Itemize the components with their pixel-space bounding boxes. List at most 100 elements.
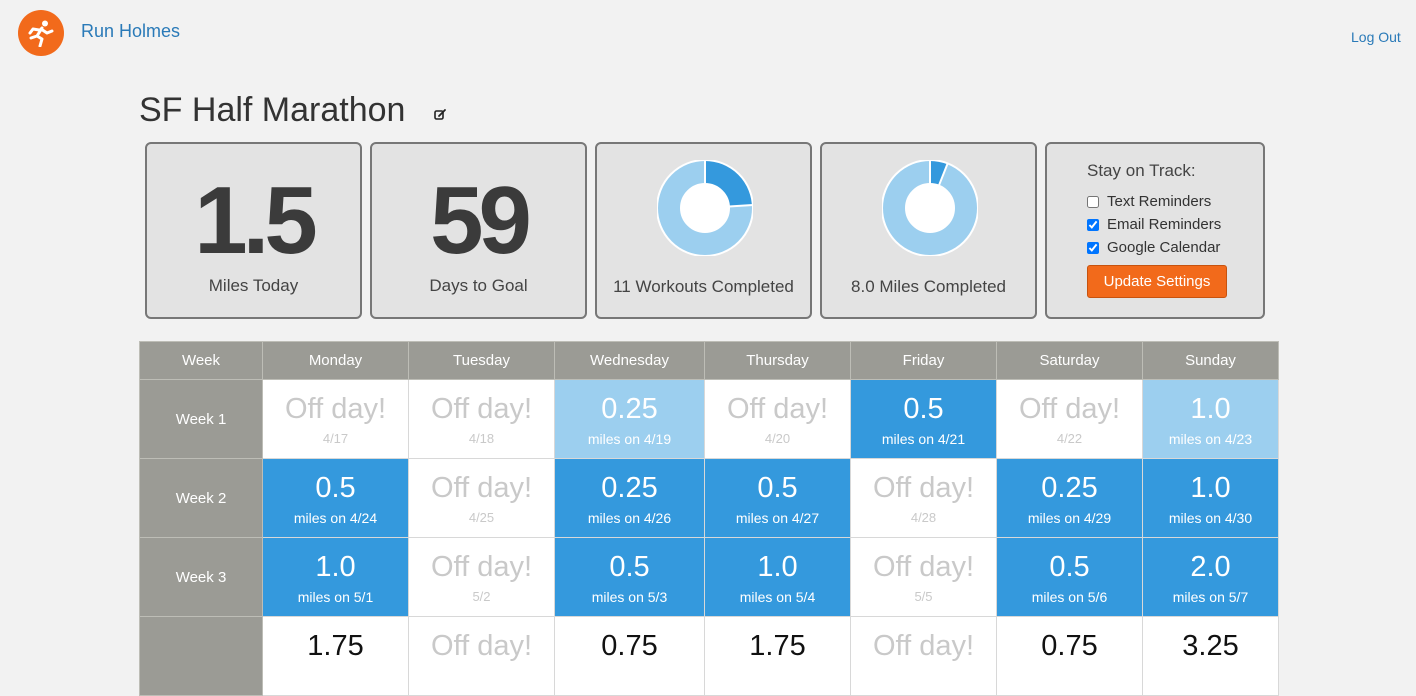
day-date: 4/17: [322, 431, 349, 446]
column-header-monday: Monday: [262, 341, 409, 380]
table-row: Week 2 0.5 miles on 4/24 Off day! 4/25 0.25 mi…: [139, 458, 1279, 538]
workouts-completed-label: 11 Workouts Completed: [613, 277, 794, 296]
day-cell[interactable]: Off day! 4/28: [850, 458, 997, 538]
day-workout: 1.0: [757, 551, 798, 583]
week-label: [139, 616, 263, 696]
day-workout: 0.5: [1049, 551, 1090, 583]
miles-completed-slice: [929, 160, 948, 186]
day-cell[interactable]: 2.0 miles on 5/7: [1142, 537, 1279, 617]
day-date: miles on 5/7: [1172, 589, 1249, 605]
table-row: Week 1 Off day! 4/17 Off day! 4/18 0.25 miles …: [139, 379, 1279, 459]
email-reminders-checkbox[interactable]: [1087, 218, 1099, 231]
day-workout: 0.75: [601, 630, 658, 662]
day-workout: Off day!: [872, 551, 975, 583]
day-cell[interactable]: Off day! 5/5: [850, 537, 997, 617]
workouts-donut-chart: [657, 160, 753, 256]
day-cell[interactable]: 1.75: [704, 616, 851, 696]
day-cell[interactable]: Off day! 4/17: [262, 379, 409, 459]
day-cell[interactable]: Off day! 5/2: [408, 537, 555, 617]
day-cell[interactable]: 1.0 miles on 5/1: [262, 537, 409, 617]
column-header-saturday: Saturday: [996, 341, 1143, 380]
day-cell[interactable]: Off day! 4/20: [704, 379, 851, 459]
reminders-title: Stay on Track:: [1087, 161, 1196, 180]
day-cell[interactable]: 0.25 miles on 4/19: [554, 379, 705, 459]
google-calendar-checkbox[interactable]: [1087, 241, 1099, 254]
day-cell[interactable]: 0.5 miles on 5/3: [554, 537, 705, 617]
day-workout: 0.75: [1041, 630, 1098, 662]
app-logo[interactable]: [18, 10, 64, 56]
day-workout: 0.25: [601, 393, 658, 425]
day-workout: 0.5: [903, 393, 944, 425]
day-cell[interactable]: 3.25: [1142, 616, 1279, 696]
day-date: miles on 4/23: [1168, 431, 1253, 447]
day-cell[interactable]: 1.0 miles on 5/4: [704, 537, 851, 617]
day-date: 4/28: [910, 510, 937, 525]
column-header-week: Week: [139, 341, 263, 380]
day-date: 4/20: [764, 431, 791, 446]
page-title: SF Half Marathon: [139, 91, 406, 129]
day-date: miles on 5/4: [739, 589, 816, 605]
day-workout: 3.25: [1182, 630, 1239, 662]
day-cell[interactable]: Off day! 4/25: [408, 458, 555, 538]
day-cell[interactable]: Off day!: [408, 616, 555, 696]
day-date: 4/25: [468, 510, 495, 525]
day-cell[interactable]: 0.5 miles on 4/24: [262, 458, 409, 538]
schedule-header-row: Week Monday Tuesday Wednesday Thursday F…: [139, 341, 1279, 380]
day-workout: Off day!: [430, 630, 533, 662]
column-header-sunday: Sunday: [1142, 341, 1279, 380]
day-cell[interactable]: 1.75: [262, 616, 409, 696]
day-workout: Off day!: [284, 393, 387, 425]
day-date: miles on 4/26: [587, 510, 672, 526]
day-cell[interactable]: 0.25 miles on 4/26: [554, 458, 705, 538]
day-date: miles on 4/24: [293, 510, 378, 526]
text-reminders-checkbox[interactable]: [1087, 195, 1099, 208]
day-cell[interactable]: 1.0 miles on 4/23: [1142, 379, 1279, 459]
day-cell[interactable]: 0.5 miles on 5/6: [996, 537, 1143, 617]
day-cell[interactable]: 0.25 miles on 4/29: [996, 458, 1143, 538]
day-date: 5/5: [914, 589, 933, 604]
day-workout: Off day!: [430, 551, 533, 583]
day-date: miles on 5/1: [297, 589, 374, 605]
edit-icon[interactable]: [434, 108, 447, 121]
update-settings-button[interactable]: Update Settings: [1087, 265, 1227, 298]
day-date: miles on 4/30: [1168, 510, 1253, 526]
brand-link[interactable]: Run Holmes: [81, 21, 180, 42]
day-date: miles on 5/6: [1031, 589, 1108, 605]
day-workout: 0.5: [609, 551, 650, 583]
workouts-inner-hole: [680, 183, 730, 233]
miles-completed-card: 8.0 Miles Completed: [820, 142, 1037, 319]
day-cell[interactable]: Off day!: [850, 616, 997, 696]
day-date: 4/18: [468, 431, 495, 446]
day-cell[interactable]: 0.5 miles on 4/27: [704, 458, 851, 538]
day-workout: Off day!: [430, 393, 533, 425]
miles-inner-hole: [905, 183, 955, 233]
column-header-thursday: Thursday: [704, 341, 851, 380]
day-cell[interactable]: 0.75: [554, 616, 705, 696]
day-cell[interactable]: Off day! 4/18: [408, 379, 555, 459]
day-cell[interactable]: 0.75: [996, 616, 1143, 696]
days-to-goal-card: 59 Days to Goal: [370, 142, 587, 319]
workouts-card: 11 Workouts Completed: [595, 142, 812, 319]
google-calendar-option[interactable]: Google Calendar: [1087, 239, 1220, 256]
day-cell[interactable]: 1.0 miles on 4/30: [1142, 458, 1279, 538]
day-workout: 1.75: [307, 630, 364, 662]
miles-today-label: Miles Today: [208, 276, 299, 295]
miles-donut-chart: [882, 160, 978, 256]
logout-link[interactable]: Log Out: [1351, 29, 1401, 45]
day-workout: 1.0: [1190, 472, 1231, 504]
week-label: Week 3: [139, 537, 263, 617]
miles-today-card: 1.5 Miles Today: [145, 142, 362, 319]
day-workout: 1.0: [315, 551, 356, 583]
days-to-goal-value: 59: [430, 167, 532, 274]
miles-completed-label: 8.0 Miles Completed: [851, 277, 1006, 296]
day-cell[interactable]: Off day! 4/22: [996, 379, 1143, 459]
text-reminders-label: Text Reminders: [1107, 193, 1212, 210]
miles-today-value: 1.5: [194, 167, 317, 274]
text-reminders-option[interactable]: Text Reminders: [1087, 193, 1211, 210]
day-cell[interactable]: 0.5 miles on 4/21: [850, 379, 997, 459]
email-reminders-option[interactable]: Email Reminders: [1087, 216, 1221, 233]
day-date: miles on 4/27: [735, 510, 820, 526]
week-label: Week 1: [139, 379, 263, 459]
day-workout: 0.25: [601, 472, 658, 504]
day-date: miles on 4/19: [587, 431, 672, 447]
